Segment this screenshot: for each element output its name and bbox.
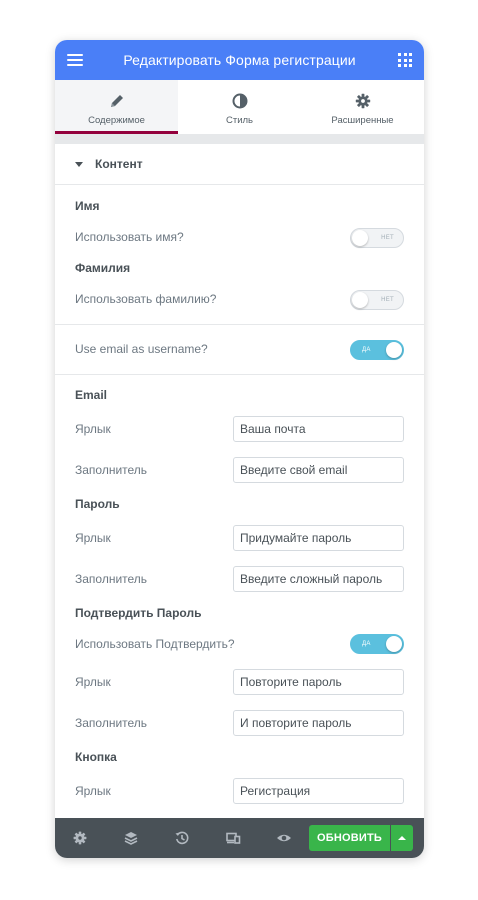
panel-footer: ОБНОВИТЬ [55, 818, 424, 858]
confirm-label-input[interactable] [233, 669, 404, 695]
confirm-placeholder-caption: Заполнитель [75, 716, 148, 730]
use-confirm-switch-text: ДА [362, 641, 371, 647]
password-label-input[interactable] [233, 525, 404, 551]
password-heading: Пароль [75, 497, 120, 511]
eye-icon[interactable] [275, 829, 293, 847]
update-button[interactable]: ОБНОВИТЬ [309, 825, 390, 851]
caret-down-icon [75, 162, 83, 167]
button-label-caption: Ярлык [75, 784, 111, 798]
tab-style-label: Стиль [225, 115, 253, 126]
use-name-switch[interactable]: НЕТ [350, 228, 404, 248]
use-name-switch-text: НЕТ [381, 235, 394, 241]
tabs-separator [55, 134, 424, 144]
tab-style[interactable]: Стиль [178, 80, 301, 134]
use-confirm-label: Использовать Подтвердить? [75, 637, 235, 651]
tab-advanced-label: Расширенные [331, 115, 394, 126]
email-username-switch-text: ДА [362, 347, 371, 353]
tab-content[interactable]: Содержимое [55, 80, 178, 134]
email-placeholder-input[interactable] [233, 457, 404, 483]
responsive-icon[interactable] [224, 829, 242, 847]
password-label-caption: Ярлык [75, 531, 111, 545]
button-heading: Кнопка [75, 750, 117, 764]
switch-knob [386, 342, 402, 358]
update-options-chevron-up-icon[interactable] [391, 825, 413, 851]
email-username-switch[interactable]: ДА [350, 340, 404, 360]
layers-icon[interactable] [122, 829, 140, 847]
tab-content-label: Содержимое [88, 115, 145, 126]
switch-knob [352, 230, 368, 246]
password-placeholder-caption: Заполнитель [75, 572, 148, 586]
use-surname-switch[interactable]: НЕТ [350, 290, 404, 310]
gear-icon [355, 93, 370, 109]
content-area: Контент Имя Использовать имя? НЕТ Фамили… [55, 144, 424, 818]
use-confirm-switch[interactable]: ДА [350, 634, 404, 654]
email-label-input[interactable] [233, 416, 404, 442]
use-surname-label: Использовать фамилию? [75, 292, 217, 306]
editor-panel: Редактировать Форма регистрации Содержим… [55, 40, 424, 858]
email-heading: Email [75, 388, 108, 402]
panel-header: Редактировать Форма регистрации [55, 40, 424, 80]
confirm-heading: Подтвердить Пароль [75, 606, 202, 620]
name-heading: Имя [75, 199, 100, 213]
switch-knob [386, 636, 402, 652]
button-label-input[interactable] [233, 778, 404, 804]
confirm-label-caption: Ярлык [75, 675, 111, 689]
email-username-label: Use email as username? [75, 342, 208, 356]
use-surname-switch-text: НЕТ [381, 297, 394, 303]
settings-icon[interactable] [71, 829, 89, 847]
half-circle-icon [232, 93, 247, 109]
confirm-placeholder-input[interactable] [233, 710, 404, 736]
surname-heading: Фамилия [75, 261, 131, 275]
history-icon[interactable] [173, 829, 191, 847]
email-placeholder-caption: Заполнитель [75, 463, 148, 477]
section-title: Контент [95, 157, 143, 171]
panel-tabs: Содержимое Стиль Расширенные [55, 80, 424, 134]
password-placeholder-input[interactable] [233, 566, 404, 592]
tab-advanced[interactable]: Расширенные [301, 80, 424, 134]
panel-title: Редактировать Форма регистрации [123, 52, 356, 68]
use-name-label: Использовать имя? [75, 230, 184, 244]
divider [55, 324, 424, 325]
email-label-caption: Ярлык [75, 422, 111, 436]
pencil-icon [110, 95, 123, 107]
grid-apps-icon[interactable] [398, 53, 412, 67]
section-toggle-content[interactable]: Контент [55, 144, 424, 185]
switch-knob [352, 292, 368, 308]
divider [55, 374, 424, 375]
